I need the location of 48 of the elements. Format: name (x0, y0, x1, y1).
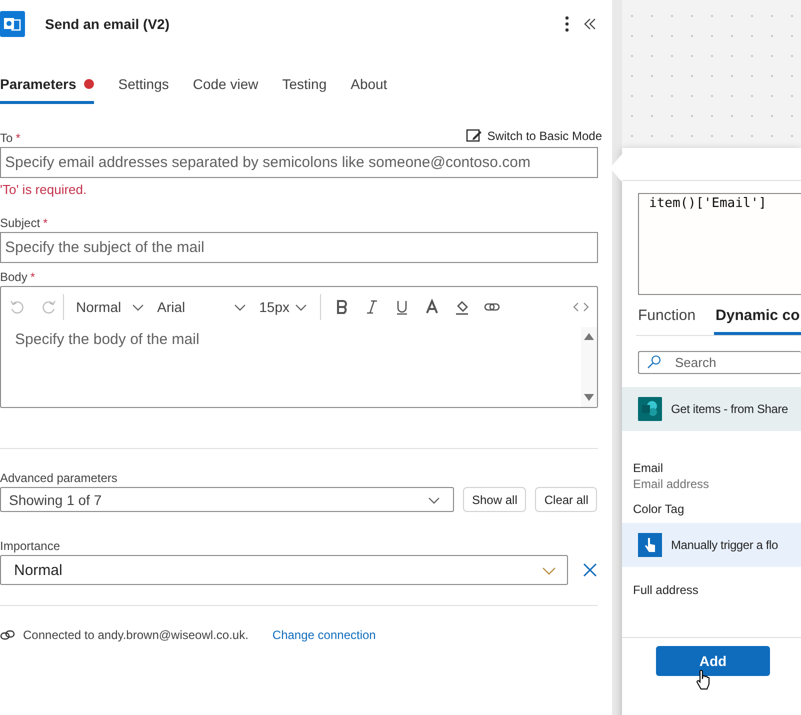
action-button[interactable]: Show all (463, 487, 526, 512)
dynamic-token[interactable]: Email Email address (622, 431, 801, 486)
dynamic-token[interactable]: Full address (622, 567, 801, 604)
tab[interactable]: Dynamic co (714, 305, 801, 335)
more-options-icon[interactable] (564, 16, 570, 32)
expression-editor[interactable]: item()['Email'] (638, 193, 801, 295)
error-message: 'To' is required. (0, 182, 88, 197)
change-connection-link[interactable]: Change connection (272, 628, 376, 642)
text-field[interactable]: Specify the subject of the mail (0, 232, 598, 263)
style-dropdown[interactable]: Normal (70, 299, 152, 315)
tab[interactable]: Code view (192, 68, 258, 104)
required-mark: * (42, 216, 48, 230)
size-dropdown[interactable]: 15px (253, 299, 314, 315)
panel-title: Send an email (V2) (45, 16, 170, 32)
placeholder-text: Specify the body of the mail (14, 330, 200, 350)
close-icon[interactable] (583, 563, 597, 577)
hand-cursor-icon (696, 670, 710, 690)
field-label: Body (0, 270, 28, 284)
tab[interactable]: About (350, 68, 388, 104)
required-mark: * (14, 131, 20, 145)
field-label: Importance (0, 539, 62, 553)
body-editor[interactable]: Normal Arial 15px Specify the body of the mail (0, 286, 598, 408)
add-button[interactable]: Add (656, 646, 770, 676)
edit-icon (466, 128, 482, 143)
field-label: Advanced parameters (0, 471, 118, 485)
group-header[interactable]: Manually trigger a flo (622, 523, 801, 567)
code-icon[interactable] (573, 301, 589, 313)
tab[interactable]: Function (636, 305, 698, 335)
parameters-dropdown[interactable]: Showing 1 of 7 (0, 487, 454, 512)
search-icon (647, 355, 661, 369)
tab[interactable]: Settings (118, 68, 169, 104)
connection-text: Connected to andy.brown@wiseowl.co.uk. (23, 628, 248, 642)
action-button[interactable]: Clear all (535, 487, 598, 512)
text-field[interactable]: Specify email addresses separated by semicolons like someone@contoso.com (0, 147, 598, 178)
tab[interactable]: Testing (282, 68, 327, 104)
field-label: Subject (0, 216, 40, 230)
search-field[interactable]: Search (638, 351, 801, 374)
scroll-up-icon[interactable] (584, 333, 594, 340)
importance-dropdown[interactable]: Normal (0, 555, 568, 585)
scroll-down-icon[interactable] (584, 394, 594, 401)
tab[interactable]: Parameters (0, 68, 94, 104)
connection-icon (0, 629, 15, 641)
group-header[interactable]: Get items - from Share (622, 387, 801, 431)
font-dropdown[interactable]: Arial (151, 299, 254, 315)
required-mark: * (29, 270, 36, 284)
switch-mode-button[interactable]: Switch to Basic Mode (466, 128, 612, 145)
collapse-icon[interactable] (584, 18, 596, 30)
field-label: To (0, 131, 13, 145)
